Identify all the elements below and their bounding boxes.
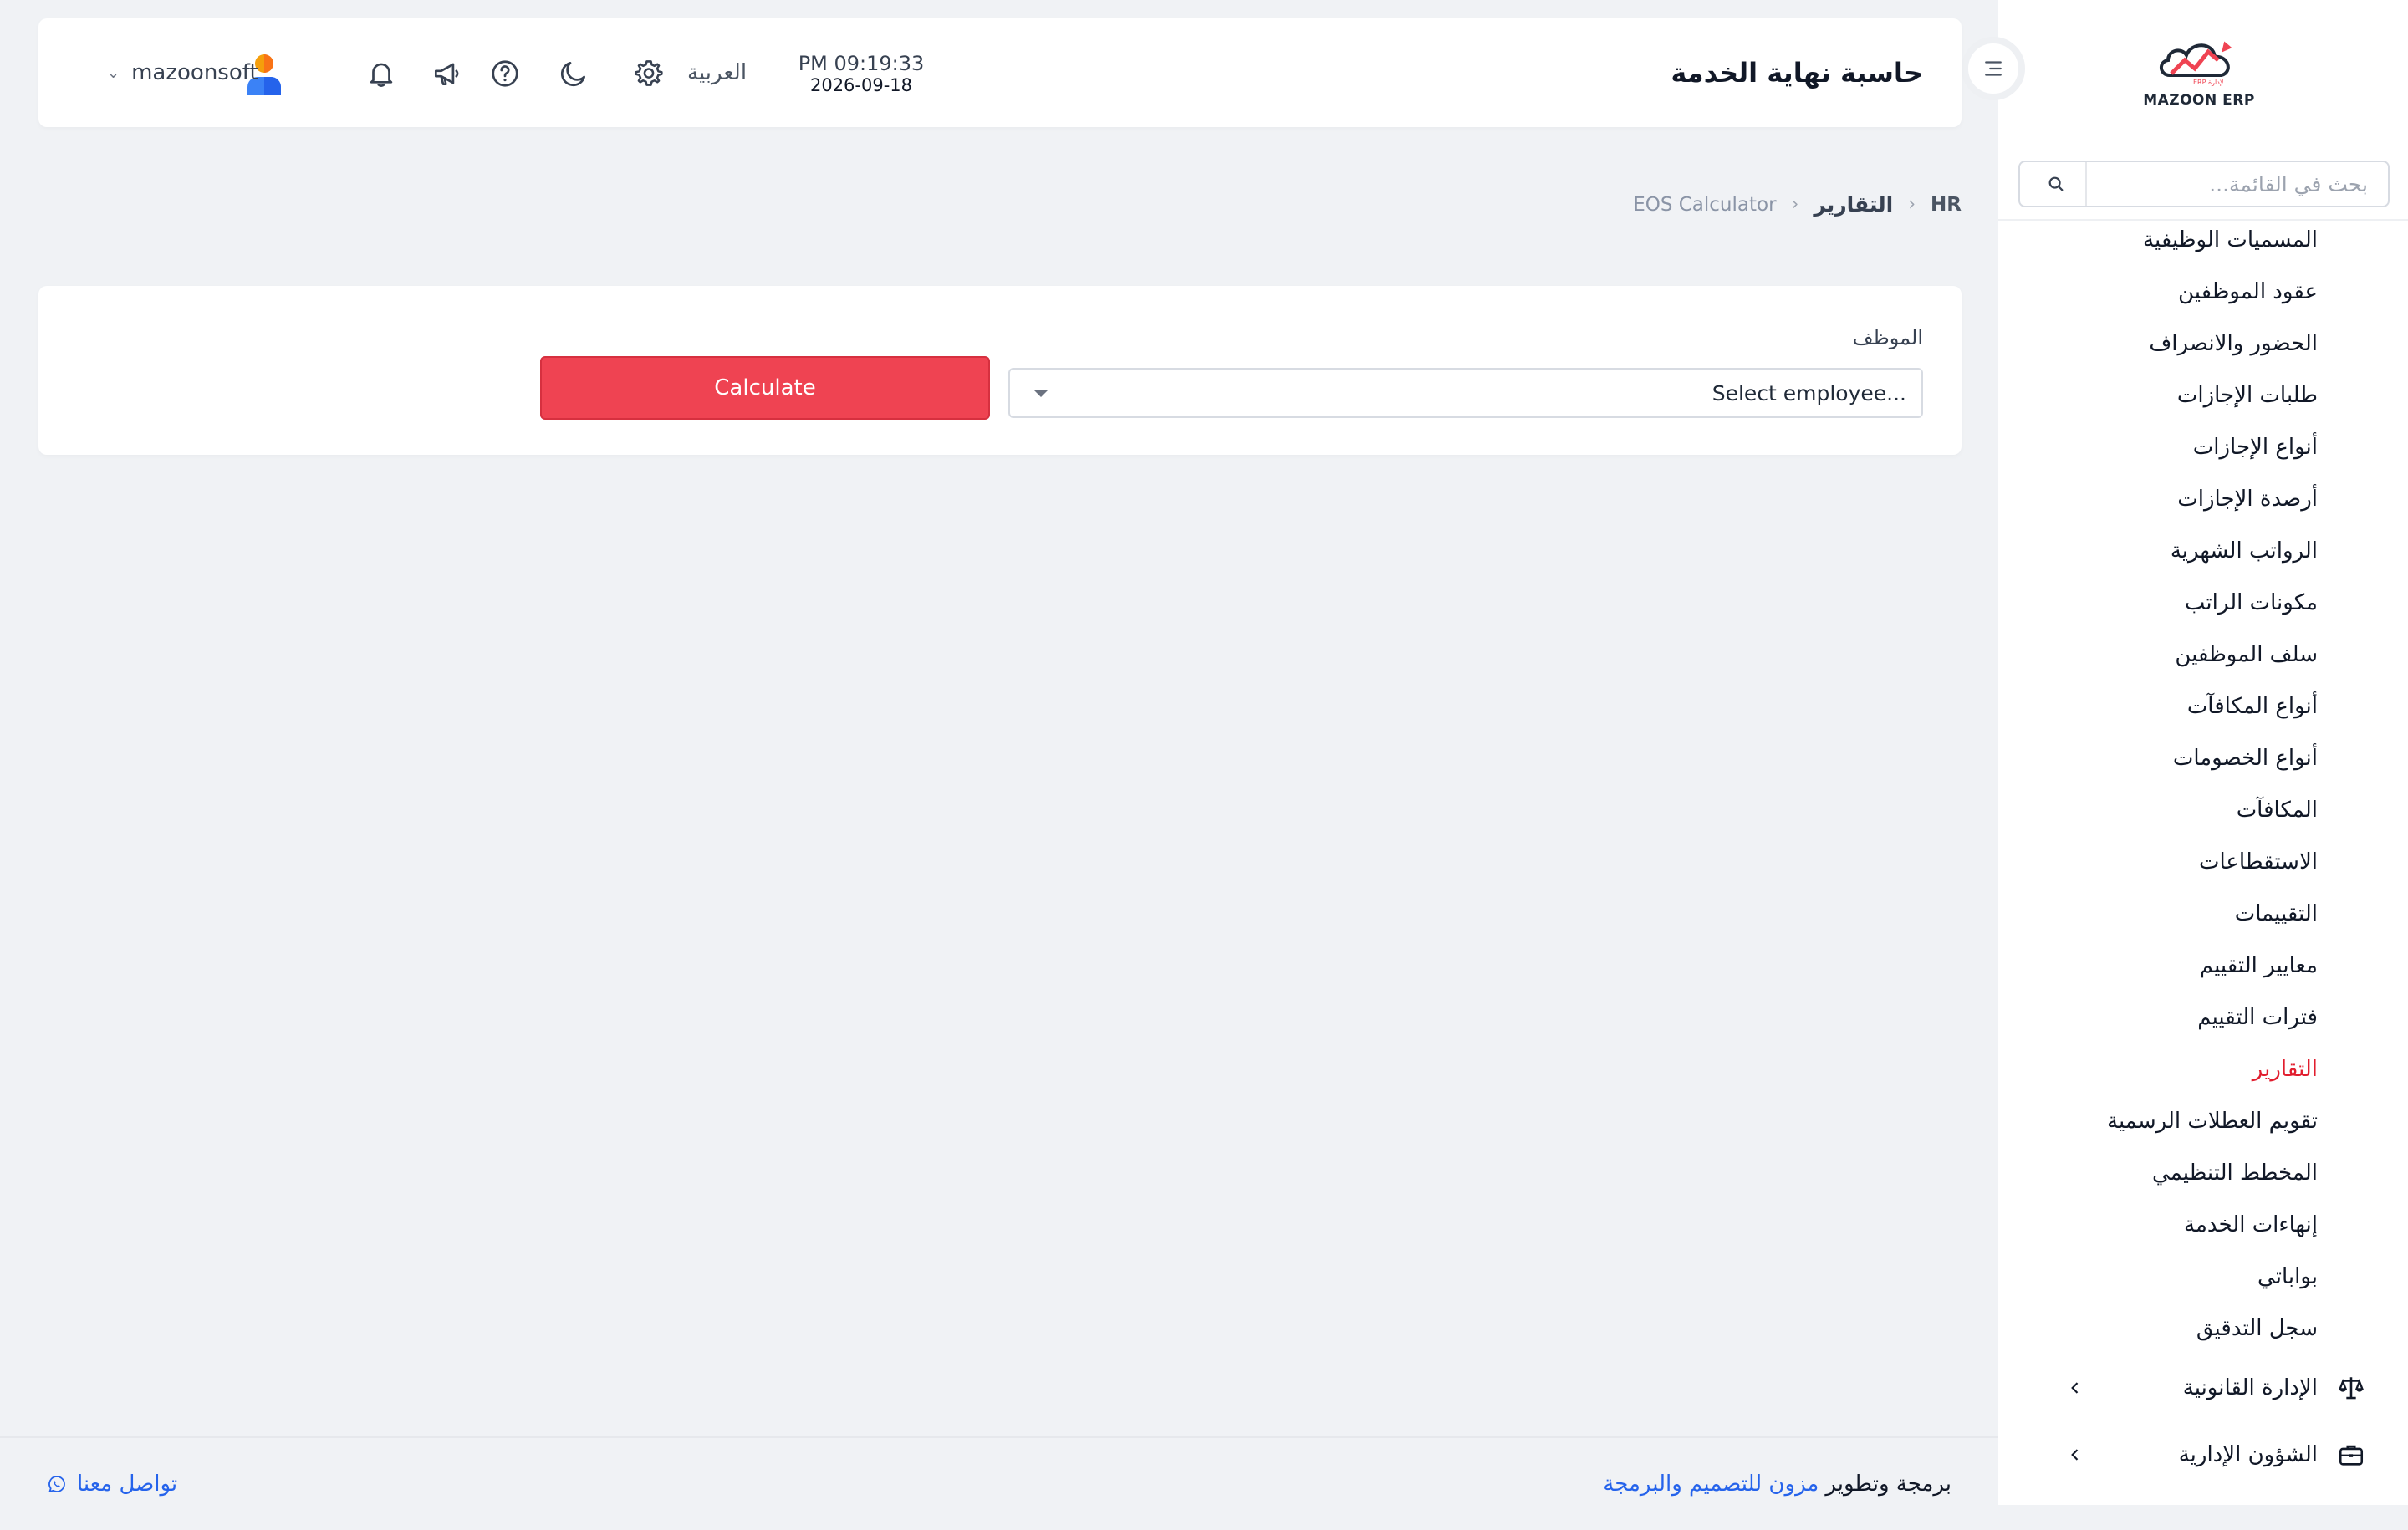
sidebar-item-job-titles[interactable]: المسميات الوظيفية (1998, 214, 2408, 266)
user-menu[interactable]: ⌄ mazoonsoft (107, 18, 258, 127)
search-icon (2048, 176, 2064, 191)
sidebar-search (2018, 161, 2390, 207)
clock-time: PM 09:19:33 (798, 52, 925, 75)
breadcrumb-parent[interactable]: التقارير (1814, 192, 1893, 217)
clock-date: 2026-09-18 (809, 75, 913, 95)
footer-credit: برمجة وتطوير مزون للتصميم والبرمجة (1603, 1438, 1951, 1530)
briefcase-icon (2336, 1440, 2366, 1470)
sidebar-toggle-button[interactable] (1962, 37, 2025, 100)
username-label: mazoonsoft (131, 60, 258, 85)
calculate-button[interactable]: Calculate (540, 356, 990, 420)
chevron-left-icon: ‹ (1908, 194, 1916, 215)
brand-name: MAZOON ERP (2143, 92, 2255, 109)
sidebar-item-holiday-calendar[interactable]: تقويم العطلات الرسمية (1998, 1095, 2408, 1147)
sidebar-item-employee-advances[interactable]: سلف الموظفين (1998, 629, 2408, 681)
settings-button[interactable] (630, 55, 667, 92)
sidebar-group-label: الإدارة القانونية (2182, 1375, 2318, 1400)
moon-icon (560, 61, 586, 87)
sidebar-item-bonus-types[interactable]: أنواع المكافآت (1998, 681, 2408, 732)
contact-link[interactable]: تواصل معنا (47, 1438, 177, 1530)
mazoon-logo-icon: ERP لإدارة (2160, 41, 2232, 87)
breadcrumb: HR ‹ التقارير ‹ EOS Calculator (1633, 192, 1962, 217)
help-button[interactable] (487, 55, 523, 92)
sidebar-item-leave-requests[interactable]: طلبات الإجازات (1998, 370, 2408, 421)
search-button[interactable] (2027, 162, 2085, 206)
help-icon (492, 60, 518, 87)
footer: برمجة وتطوير مزون للتصميم والبرمجة تواصل… (0, 1436, 1998, 1530)
sidebar-item-deduction-types[interactable]: أنواع الخصومات (1998, 732, 2408, 784)
whatsapp-icon (47, 1474, 67, 1494)
language-switcher[interactable]: العربية (687, 18, 747, 127)
bell-icon (370, 63, 393, 87)
clock: PM 09:19:33 2026-09-18 (794, 52, 928, 95)
gear-icon (635, 60, 663, 86)
sidebar-item-audit-log[interactable]: سجل التدقيق (1998, 1303, 2408, 1354)
sidebar-item-my-portals[interactable]: بواباتي (1998, 1251, 2408, 1303)
sidebar-item-org-chart[interactable]: المخطط التنظيمي (1998, 1147, 2408, 1199)
caret-down-icon (1033, 390, 1048, 397)
sidebar-item-reports[interactable]: التقارير (1998, 1043, 2408, 1095)
contact-label: تواصل معنا (77, 1471, 178, 1497)
top-header: حاسبة نهاية الخدمة PM 09:19:33 2026-09-1… (38, 18, 1962, 127)
sidebar-item-evaluation-criteria[interactable]: معايير التقييم (1998, 940, 2408, 992)
sidebar-group-label: الشؤون الإدارية (2178, 1442, 2318, 1467)
page-title: حاسبة نهاية الخدمة (1671, 57, 1923, 89)
scale-icon (2336, 1373, 2366, 1403)
company-link[interactable]: مزون للتصميم والبرمجة (1603, 1471, 1819, 1497)
sidebar-group-administrative[interactable]: الشؤون الإدارية (1998, 1421, 2408, 1488)
sidebar-item-salary-components[interactable]: مكونات الراتب (1998, 577, 2408, 629)
sidebar: ERP لإدارة MAZOON ERP المسميات الوظيفية … (1998, 0, 2408, 1505)
sidebar-item-evaluations[interactable]: التقييمات (1998, 888, 2408, 940)
brand-small-text: ERP لإدارة (2193, 79, 2223, 87)
sidebar-item-evaluation-periods[interactable]: فترات التقييم (1998, 992, 2408, 1043)
sidebar-item-leave-balances[interactable]: أرصدة الإجازات (1998, 473, 2408, 525)
employee-select[interactable]: Select employee... (1008, 368, 1923, 418)
search-divider (2085, 162, 2087, 206)
menu-lines-icon (1985, 61, 2002, 76)
chevron-left-icon (2065, 1445, 2085, 1465)
chevron-left-icon (2065, 1378, 2085, 1398)
sidebar-item-employee-contracts[interactable]: عقود الموظفين (1998, 266, 2408, 318)
megaphone-icon (434, 63, 459, 86)
breadcrumb-home[interactable]: HR (1931, 194, 1962, 216)
eos-calculator-card: الموظف Select employee... Calculate (38, 286, 1962, 455)
sidebar-item-bonuses[interactable]: المكافآت (1998, 784, 2408, 836)
sidebar-item-attendance[interactable]: الحضور والانصراف (1998, 318, 2408, 370)
announcements-button[interactable] (428, 55, 465, 92)
chevron-left-icon: ‹ (1791, 194, 1799, 215)
sidebar-search-input[interactable] (2087, 162, 2388, 206)
chevron-down-icon: ⌄ (107, 64, 120, 82)
sidebar-item-deductions[interactable]: الاستقطاعات (1998, 836, 2408, 888)
sidebar-item-terminations[interactable]: إنهاءات الخدمة (1998, 1199, 2408, 1251)
employee-label: الموظف (1852, 326, 1923, 349)
sidebar-group-legal[interactable]: الإدارة القانونية (1998, 1354, 2408, 1421)
brand-logo[interactable]: ERP لإدارة MAZOON ERP (2140, 32, 2258, 115)
breadcrumb-current: EOS Calculator (1633, 193, 1777, 216)
sidebar-menu: المسميات الوظيفية عقود الموظفين الحضور و… (1998, 214, 2408, 1488)
sidebar-item-monthly-salaries[interactable]: الرواتب الشهرية (1998, 525, 2408, 577)
dark-mode-toggle[interactable] (555, 55, 592, 92)
credit-prefix: برمجة وتطوير (1825, 1471, 1951, 1497)
sidebar-item-leave-types[interactable]: أنواع الإجازات (1998, 421, 2408, 473)
notifications-button[interactable] (363, 55, 400, 92)
employee-select-placeholder: Select employee... (1712, 380, 1906, 405)
